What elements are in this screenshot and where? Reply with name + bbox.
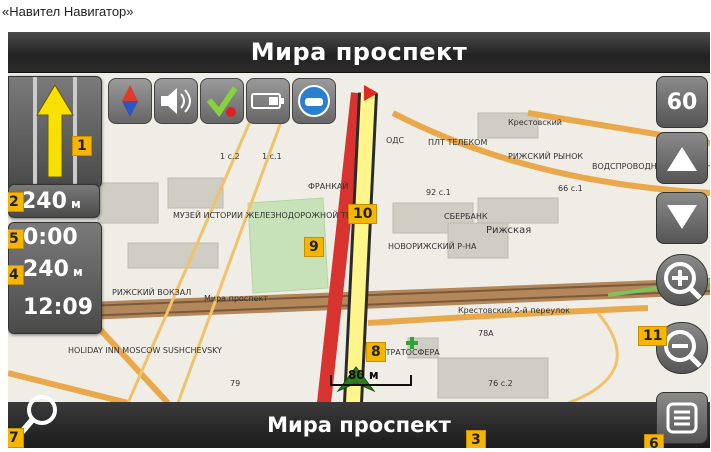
- gps-icon: [206, 86, 238, 118]
- menu-icon: [666, 402, 698, 434]
- zoom-in-button[interactable]: [656, 254, 708, 306]
- compass-button[interactable]: [108, 78, 152, 124]
- map-label-museum: МУЗЕЙ ИСТОРИИ ЖЕЛЕЗНОДОРОЖНОЙ ТЕХНИ: [173, 209, 368, 220]
- map-label-stratosfera: СТРАТОСФЕРА: [380, 348, 440, 357]
- map-label-1c2: 1 с.2: [220, 152, 240, 161]
- arrow-down-icon: [667, 205, 697, 229]
- current-speed: 60: [666, 89, 698, 115]
- badge-4: 4: [8, 265, 24, 285]
- remaining-unit: м: [72, 265, 83, 279]
- map-label-76: 76 с.2: [488, 379, 513, 388]
- zoom-view-up-button[interactable]: [656, 132, 708, 184]
- battery-button[interactable]: [246, 78, 290, 124]
- map-label-mira-small: Мира проспект: [204, 294, 268, 303]
- sound-icon: [161, 88, 191, 114]
- gps-status-button[interactable]: [200, 78, 244, 124]
- remaining-distance: 240: [23, 257, 69, 282]
- badge-3: 3: [466, 430, 486, 448]
- zoom-out-icon: [664, 330, 702, 368]
- current-street-name: Мира проспект: [250, 38, 468, 66]
- turn-distance-unit: м: [70, 197, 81, 211]
- next-street-name: Мира проспект: [267, 413, 451, 437]
- page-caption: «Навител Навигатор»: [2, 4, 134, 19]
- badge-1: 1: [72, 136, 92, 156]
- speed-indicator: 60: [656, 76, 708, 128]
- map-label-1c1: 1 с.1: [262, 152, 282, 161]
- navigator-app: РИЖСКИЙ ВОКЗАЛ МУЗЕЙ ИСТОРИИ ЖЕЛЕЗНОДОРО…: [8, 32, 710, 448]
- traffic-button[interactable]: [292, 78, 336, 124]
- battery-icon: [251, 93, 284, 109]
- badge-5: 5: [8, 229, 24, 249]
- badge-7: 7: [8, 428, 24, 448]
- menu-button[interactable]: [656, 392, 708, 444]
- arrival-time: 12:09: [23, 295, 94, 320]
- traffic-icon: [298, 85, 330, 117]
- zoom-view-down-button[interactable]: [656, 192, 708, 244]
- badge-11: 11: [638, 326, 668, 346]
- map-label-79: 79: [230, 379, 240, 388]
- next-turn-panel[interactable]: [8, 76, 102, 188]
- map-label-rizhsky-station: РИЖСКИЙ ВОКЗАЛ: [112, 286, 191, 297]
- scale-label: 80 м: [348, 368, 379, 382]
- map-label-78a: 78А: [478, 329, 494, 338]
- badge-8: 8: [366, 342, 386, 362]
- straight-arrow-icon: [33, 77, 77, 187]
- map-label-ods: ОДС: [386, 136, 405, 145]
- map-label-rynok: РИЖСКИЙ РЫНОК: [508, 150, 583, 161]
- zoom-in-icon: [664, 262, 702, 300]
- time-to-turn: 0:00: [23, 225, 78, 250]
- map-label-sberbank: СБЕРБАНК: [444, 212, 488, 221]
- map-label-66: 66 с.1: [558, 184, 583, 193]
- badge-9: 9: [304, 237, 324, 257]
- compass-icon: [122, 85, 138, 117]
- map-label-kraskovaya: Крестовский: [508, 118, 562, 127]
- map-label-telecom: ПЛТ ТЕЛЕКОМ: [428, 138, 487, 147]
- map-label-92: 92 с.1: [426, 188, 451, 197]
- map-label-frankad: ФРАНКАЙ: [308, 180, 348, 191]
- arrow-up-icon: [667, 147, 697, 171]
- street-footer: Мира проспект: [8, 402, 710, 448]
- map-label-kreston: Крестовский 2-й переулок: [458, 306, 570, 315]
- sound-button[interactable]: [154, 78, 198, 124]
- map-label-holiday: HOLIDAY INN MOSCOW SUSHCHEVSKY: [68, 346, 222, 355]
- badge-10: 10: [348, 204, 378, 224]
- turn-distance: 240: [21, 188, 67, 214]
- map-label-novorizhsky: НОВОРИЖСКИЙ Р-НА: [388, 240, 477, 251]
- badge-6: 6: [644, 434, 664, 448]
- street-header: Мира проспект: [8, 32, 710, 73]
- map-label-rizhskaya: Рижская: [486, 225, 531, 236]
- badge-2: 2: [8, 192, 24, 212]
